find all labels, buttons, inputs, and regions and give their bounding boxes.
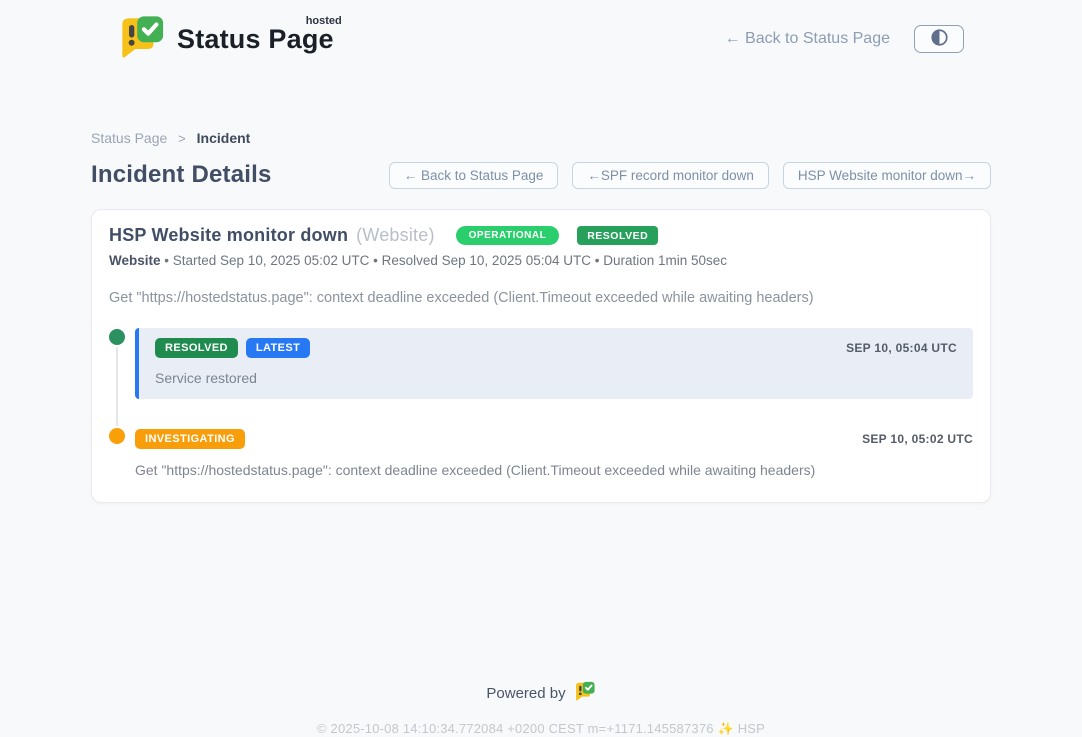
- incident-card-header: HSP Website monitor down (Website) OPERA…: [109, 225, 973, 246]
- incident-meta: Website • Started Sep 10, 2025 05:02 UTC…: [109, 253, 973, 268]
- incident-card: HSP Website monitor down (Website) OPERA…: [91, 209, 991, 503]
- brand-name: Status Page hosted: [177, 24, 336, 55]
- theme-toggle-button[interactable]: [914, 25, 964, 53]
- statuspage-mini-logo-icon: [574, 681, 596, 705]
- back-to-status-page-button[interactable]: ← Back to Status Page: [389, 162, 559, 189]
- timeline-dot-investigating-icon: [109, 428, 125, 444]
- statuspage-logo-icon: [118, 14, 166, 64]
- breadcrumb-separator: >: [178, 131, 186, 146]
- timeline-entry-resolved: RESOLVED LATEST SEP 10, 05:04 UTC Servic…: [109, 328, 973, 399]
- incident-description: Get "https://hostedstatus.page": context…: [109, 290, 973, 306]
- main-content: Status Page > Incident Incident Details …: [91, 130, 991, 503]
- powered-by-link[interactable]: Powered by: [486, 681, 595, 705]
- latest-badge: LATEST: [246, 338, 310, 358]
- operational-status-badge: OPERATIONAL: [456, 226, 560, 245]
- page-title: Incident Details: [91, 161, 272, 189]
- incident-component: (Website): [356, 225, 435, 246]
- timeline-entry-investigating: INVESTIGATING SEP 10, 05:02 UTC Get "htt…: [109, 427, 973, 478]
- timeline-entry-message: Service restored: [155, 370, 957, 386]
- timeline-entry-badges: RESOLVED LATEST: [155, 338, 310, 358]
- incident-timeline: RESOLVED LATEST SEP 10, 05:04 UTC Servic…: [109, 328, 973, 478]
- previous-incident-button[interactable]: ←SPF record monitor down: [572, 162, 769, 189]
- header-back-link[interactable]: ← Back to Status Page: [725, 30, 890, 48]
- breadcrumb-status-page[interactable]: Status Page: [91, 130, 167, 146]
- incident-title: HSP Website monitor down: [109, 225, 348, 246]
- breadcrumb-incident: Incident: [197, 130, 251, 146]
- resolved-status-badge: RESOLVED: [577, 226, 658, 246]
- title-row: Incident Details ← Back to Status Page ←…: [91, 161, 991, 189]
- header-actions: ← Back to Status Page: [725, 25, 964, 53]
- next-incident-button[interactable]: HSP Website monitor down→: [783, 162, 991, 189]
- incident-nav-buttons: ← Back to Status Page ←SPF record monito…: [389, 162, 991, 189]
- timeline-entry-badges: INVESTIGATING: [135, 429, 245, 449]
- footer: Powered by © 2025-10-08 14:10:34.772084 …: [0, 681, 1082, 737]
- timeline-entry-message: Get "https://hostedstatus.page": context…: [135, 462, 973, 478]
- incident-meta-details: • Started Sep 10, 2025 05:02 UTC • Resol…: [164, 253, 727, 268]
- timeline-entry-highlight-box: RESOLVED LATEST SEP 10, 05:04 UTC Servic…: [135, 328, 973, 399]
- timeline-connector-line: [116, 343, 118, 429]
- copyright-text: © 2025-10-08 14:10:34.772084 +0200 CEST …: [0, 721, 1082, 737]
- header: Status Page hosted ← Back to Status Page: [118, 0, 964, 64]
- powered-by-label: Powered by: [486, 685, 565, 702]
- contrast-half-circle-icon: [931, 29, 948, 49]
- incident-meta-component: Website: [109, 253, 161, 268]
- resolved-badge: RESOLVED: [155, 338, 238, 358]
- brand-superscript: hosted: [306, 15, 342, 27]
- breadcrumb: Status Page > Incident: [91, 130, 991, 146]
- timeline-entry-timestamp: SEP 10, 05:04 UTC: [846, 341, 957, 355]
- app-logo[interactable]: Status Page hosted: [118, 14, 336, 64]
- timeline-entry-timestamp: SEP 10, 05:02 UTC: [862, 432, 973, 446]
- timeline-dot-resolved-icon: [109, 329, 125, 345]
- investigating-badge: INVESTIGATING: [135, 429, 245, 449]
